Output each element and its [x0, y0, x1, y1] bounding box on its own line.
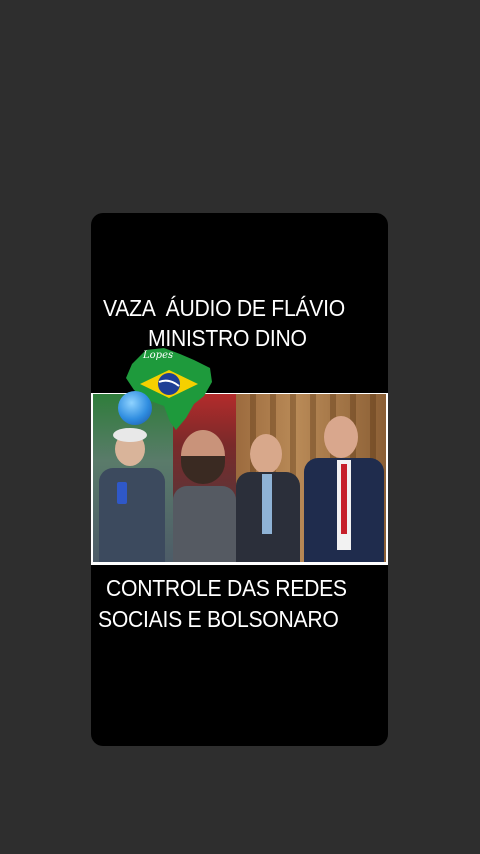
globe-icon	[118, 391, 152, 425]
shirt	[262, 474, 272, 534]
bottom-line-2: SOCIAIS E BOLSONARO	[98, 606, 339, 632]
bottom-line-1: CONTROLE DAS REDES	[106, 575, 347, 601]
person-head	[324, 416, 358, 458]
photo-panel-right	[236, 394, 386, 562]
beard	[181, 456, 225, 484]
tie	[341, 464, 347, 534]
headline-line-1: VAZA ÁUDIO DE FLÁVIO	[103, 295, 345, 321]
post-card[interactable]: VAZA ÁUDIO DE FLÁVIO MINISTRO DINO Lopes…	[91, 213, 388, 746]
can	[117, 482, 127, 504]
person-head	[250, 434, 282, 474]
watermark-signature: Lopes	[143, 350, 174, 361]
person-body	[99, 468, 165, 562]
person-body	[173, 486, 236, 562]
